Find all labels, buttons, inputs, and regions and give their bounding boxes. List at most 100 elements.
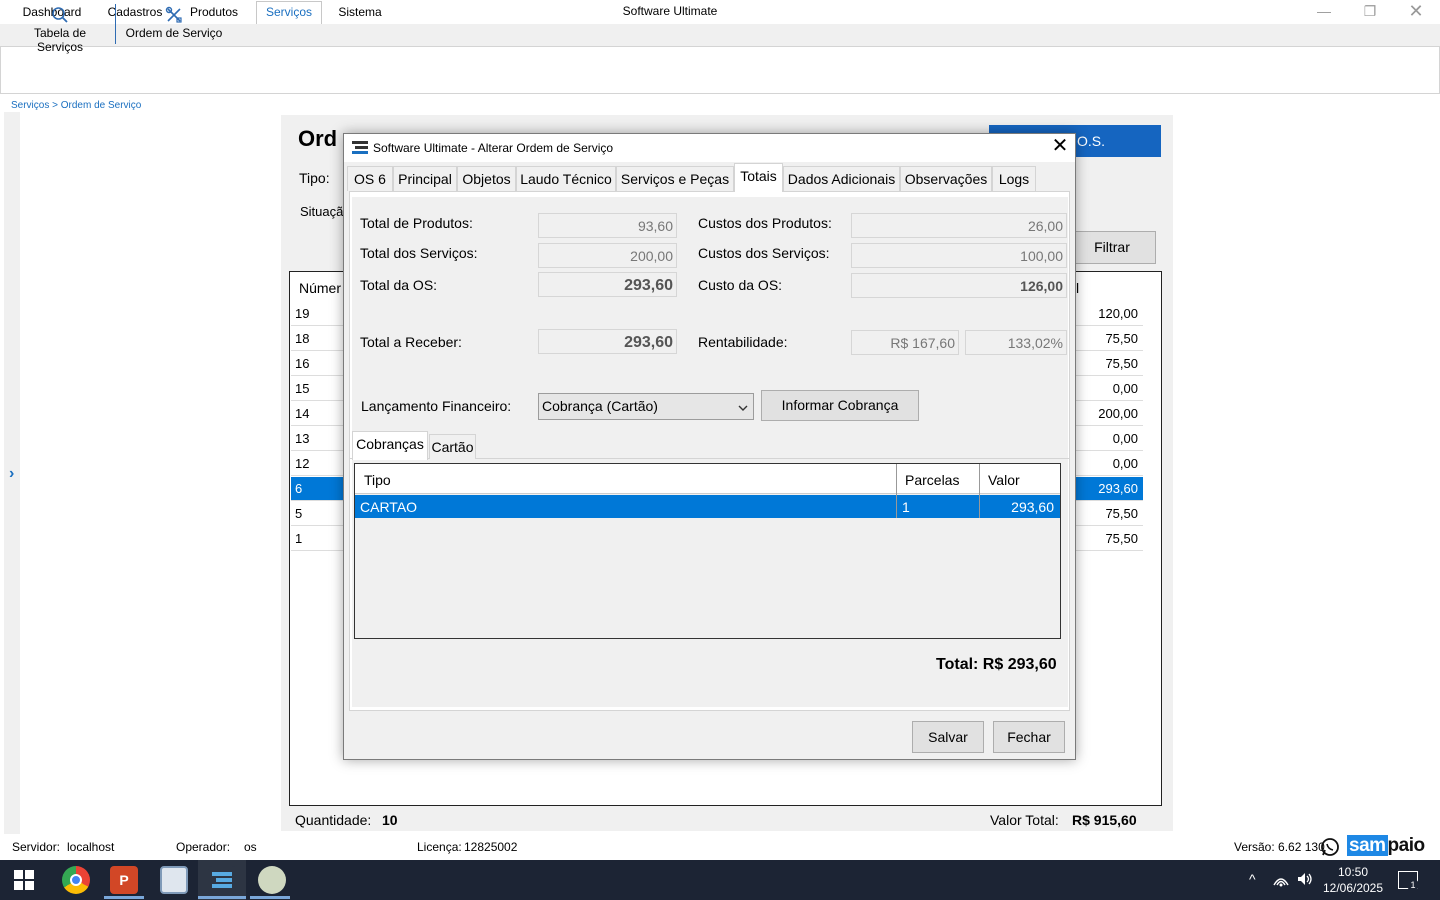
table-row-total[interactable]: 75,50: [1076, 527, 1143, 551]
dialog-close-icon[interactable]: ✕: [1050, 136, 1070, 157]
table-row-total[interactable]: 75,50: [1076, 327, 1143, 351]
table-row-numero[interactable]: 14: [291, 402, 344, 426]
custos-produtos-field[interactable]: 26,00: [851, 213, 1067, 238]
tab-laudo-tecnico[interactable]: Laudo Técnico: [516, 166, 616, 191]
sampaio-logo: sam paio: [1347, 835, 1425, 856]
custos-servicos-field[interactable]: 100,00: [851, 243, 1067, 268]
total-os-label: Total da OS:: [360, 277, 438, 293]
table-row-total[interactable]: 200,00: [1076, 402, 1143, 426]
tools-icon: [165, 6, 182, 23]
chevron-down-icon[interactable]: [738, 400, 748, 415]
tab-dados-adicionais[interactable]: Dados Adicionais: [783, 166, 900, 191]
table-row-numero[interactable]: 13: [291, 427, 344, 451]
restore-button[interactable]: ❐: [1347, 0, 1393, 24]
cell-valor[interactable]: 293,60: [980, 499, 1054, 515]
table-row-total[interactable]: 0,00: [1076, 452, 1143, 476]
minimize-button[interactable]: —: [1301, 0, 1347, 24]
clock[interactable]: 10:50 12/06/2025: [1318, 864, 1388, 896]
table-row-numero[interactable]: 1: [291, 527, 344, 551]
table-row-total[interactable]: 120,00: [1076, 302, 1143, 326]
tab-observacoes[interactable]: Observações: [900, 166, 992, 191]
table-row-total[interactable]: 0,00: [1076, 427, 1143, 451]
rentabilidade-valor-field[interactable]: R$ 167,60: [851, 330, 959, 355]
total-produtos-field[interactable]: 93,60: [538, 213, 677, 238]
notepad-icon[interactable]: [160, 866, 188, 894]
salvar-button[interactable]: Salvar: [912, 721, 984, 753]
clock-time: 10:50: [1337, 865, 1369, 879]
table-row-numero[interactable]: 15: [291, 377, 344, 401]
informar-cobranca-button[interactable]: Informar Cobrança: [761, 390, 919, 421]
cell-parcelas[interactable]: 1: [902, 499, 910, 515]
tab-principal[interactable]: Principal: [393, 166, 457, 191]
tab-logs[interactable]: Logs: [992, 166, 1036, 191]
ribbon: [0, 46, 1440, 94]
table-row-numero-selected[interactable]: 6: [291, 477, 344, 501]
table-row-numero[interactable]: 19: [291, 302, 344, 326]
paint-icon[interactable]: [258, 866, 286, 894]
lancamento-select[interactable]: Cobrança (Cartão): [538, 393, 754, 420]
tab-servicos[interactable]: Serviços: [256, 1, 322, 24]
cell-tipo[interactable]: CARTAO: [360, 499, 417, 515]
filtrar-button[interactable]: Filtrar: [1068, 231, 1156, 264]
table-row-total[interactable]: 75,50: [1076, 502, 1143, 526]
dialog-title-bar: Software Ultimate - Alterar Ordem de Ser…: [344, 134, 1075, 162]
custos-produtos-label: Custos dos Produtos:: [698, 215, 832, 231]
table-row-total[interactable]: 75,50: [1076, 352, 1143, 376]
table-row-total[interactable]: 0,00: [1076, 377, 1143, 401]
total-receber-label: Total a Receber:: [360, 334, 462, 350]
tab-sistema[interactable]: Sistema: [330, 2, 390, 23]
versao-text: Versão: 6.62 130: [1234, 840, 1325, 854]
total-servicos-field[interactable]: 200,00: [538, 243, 677, 268]
quantidade-label: Quantidade:: [295, 812, 372, 828]
clock-date: 12/06/2025: [1322, 881, 1384, 895]
custo-os-label: Custo da OS:: [698, 277, 783, 293]
col-total-header[interactable]: l: [1076, 280, 1079, 296]
quantidade-value: 10: [382, 812, 398, 828]
table-row-numero[interactable]: 5: [291, 502, 344, 526]
ordem-servico-button[interactable]: Ordem de Serviço: [124, 4, 224, 48]
chrome-icon[interactable]: [62, 866, 90, 894]
col-parcelas-header[interactable]: Parcelas: [905, 472, 959, 488]
whatsapp-icon[interactable]: [1320, 837, 1340, 857]
taskbar-indicator: [250, 896, 290, 899]
total-receber-field[interactable]: 293,60: [538, 329, 677, 354]
rentabilidade-label: Rentabilidade:: [698, 334, 788, 350]
tabela-servicos-button[interactable]: Tabela de Serviços: [10, 4, 110, 54]
powerpoint-icon[interactable]: P: [110, 866, 138, 894]
operador-value: os: [244, 840, 257, 854]
table-row-numero[interactable]: 16: [291, 352, 344, 376]
situacao-label: Situaçã: [300, 204, 344, 219]
custos-servicos-label: Custos dos Serviços:: [698, 245, 830, 261]
licenca-label: Licença:: [417, 840, 462, 854]
total-servicos-label: Total dos Serviços:: [360, 245, 478, 261]
table-row[interactable]: [355, 495, 1060, 518]
tab-servicos-pecas[interactable]: Serviços e Peças: [616, 166, 734, 191]
rentabilidade-pct-field[interactable]: 133,02%: [965, 330, 1067, 355]
chevron-up-icon[interactable]: ^: [1249, 871, 1256, 887]
custo-os-field[interactable]: 126,00: [851, 273, 1067, 298]
notification-icon[interactable]: 1: [1398, 871, 1419, 891]
valor-total-label: Valor Total:: [990, 812, 1059, 828]
col-tipo-header[interactable]: Tipo: [364, 472, 391, 488]
tab-objetos[interactable]: Objetos: [457, 166, 516, 191]
windows-start-icon[interactable]: [14, 870, 34, 890]
subtab-cobrancas[interactable]: Cobranças: [352, 431, 428, 460]
fechar-button[interactable]: Fechar: [993, 721, 1065, 753]
col-valor-header[interactable]: Valor: [988, 472, 1020, 488]
table-row-numero[interactable]: 18: [291, 327, 344, 351]
col-numero-header[interactable]: Númer: [299, 280, 341, 296]
table-row-numero[interactable]: 12: [291, 452, 344, 476]
app-icon: [352, 141, 368, 155]
tab-totais[interactable]: Totais: [734, 163, 783, 192]
total-os-field[interactable]: 293,60: [538, 272, 677, 297]
close-button[interactable]: ✕: [1393, 0, 1439, 24]
network-icon[interactable]: [1272, 871, 1290, 887]
breadcrumb[interactable]: Serviços > Ordem de Serviço: [11, 100, 141, 111]
chevron-right-icon[interactable]: ›: [9, 465, 14, 483]
table-row-total-selected[interactable]: 293,60: [1076, 477, 1143, 501]
ribbon-separator: [115, 4, 116, 44]
subtab-cartao[interactable]: Cartão: [429, 434, 476, 459]
dialog-title: Software Ultimate - Alterar Ordem de Ser…: [373, 141, 614, 155]
tab-os-6[interactable]: OS 6: [347, 166, 393, 191]
volume-icon[interactable]: [1296, 871, 1314, 887]
